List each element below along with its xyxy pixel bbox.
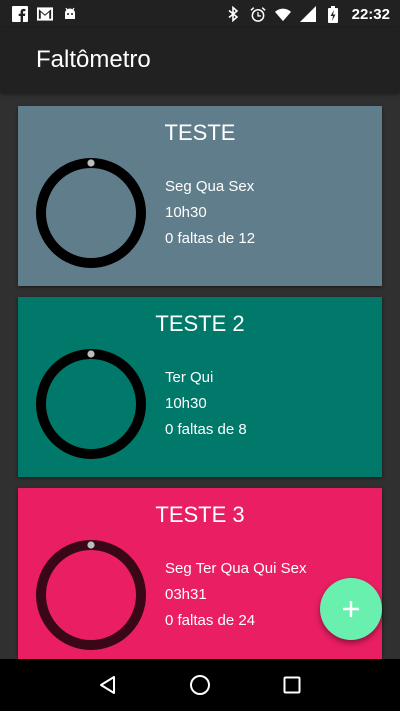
subject-days: Seg Ter Qua Qui Sex: [165, 560, 307, 577]
absence-progress-ring: [36, 158, 146, 268]
subject-title: TESTE 2: [155, 311, 245, 336]
progress-handle: [87, 159, 95, 167]
subject-time: 03h31: [165, 586, 207, 603]
plus-icon: [343, 601, 359, 617]
absence-count: 0 faltas de 12: [165, 230, 256, 247]
progress-handle: [87, 350, 95, 358]
progress-handle: [87, 541, 95, 549]
home-icon: [190, 675, 210, 695]
subject-card[interactable]: TESTE 3 Seg Ter Qua Qui Sex 03h31 0 falt…: [18, 488, 382, 659]
subject-time: 10h30: [165, 395, 207, 412]
subject-days: Seg Qua Sex: [165, 178, 255, 195]
subject-time: 10h30: [165, 204, 207, 221]
alarm-icon: [250, 6, 266, 22]
back-icon: [100, 676, 115, 694]
subject-card[interactable]: TESTE 2 Ter Qui 10h30 0 faltas de 8: [18, 297, 382, 477]
battery-charging-icon: [325, 5, 341, 23]
subject-days: Ter Qui: [165, 369, 214, 386]
bluetooth-icon: [225, 6, 241, 22]
gmail-icon: [37, 6, 53, 22]
absence-progress-ring: [36, 349, 146, 459]
subject-title: TESTE 3: [155, 502, 245, 527]
wifi-icon: [274, 6, 291, 22]
recents-button[interactable]: [272, 665, 312, 705]
app-bar: Faltômetro: [0, 28, 400, 92]
status-bar: 22:32: [0, 0, 400, 28]
back-button[interactable]: [88, 665, 128, 705]
home-button[interactable]: [180, 665, 220, 705]
subject-card[interactable]: TESTE Seg Qua Sex 10h30 0 faltas de 12: [18, 106, 382, 286]
absence-progress-ring: [36, 540, 146, 650]
app-title: Faltômetro: [36, 46, 151, 73]
subject-list[interactable]: TESTE Seg Qua Sex 10h30 0 faltas de 12 T…: [0, 92, 400, 659]
android-icon: [62, 6, 78, 22]
system-icons: 22:32: [225, 5, 390, 23]
add-subject-button[interactable]: [320, 578, 382, 640]
navigation-bar: [0, 659, 400, 711]
recents-icon: [283, 676, 301, 694]
absence-count: 0 faltas de 24: [165, 612, 256, 629]
facebook-icon: [12, 6, 28, 22]
subject-title: TESTE: [164, 120, 236, 145]
notification-icons: [12, 6, 78, 22]
clock: 22:32: [351, 5, 390, 23]
signal-icon: [299, 6, 316, 22]
absence-count: 0 faltas de 8: [165, 421, 247, 438]
